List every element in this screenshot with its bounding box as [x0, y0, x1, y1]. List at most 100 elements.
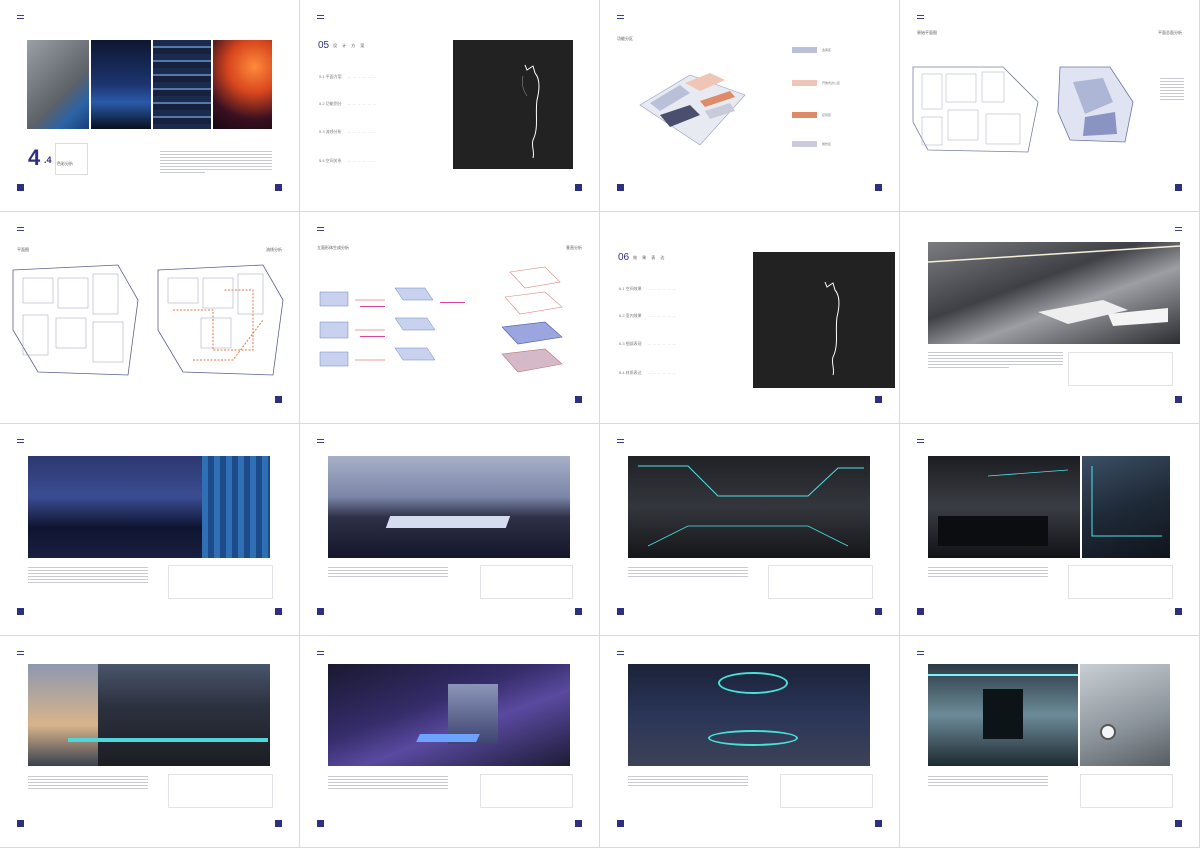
page-marker — [575, 396, 582, 403]
menu-icon — [617, 439, 624, 443]
index-item-en: —————— — [347, 159, 378, 163]
render-description — [628, 567, 748, 579]
axonometric-diagram — [639, 73, 746, 146]
page-marker — [617, 608, 624, 615]
page-marker — [575, 184, 582, 191]
render-description — [28, 776, 148, 791]
index-item-en: —————— — [647, 342, 678, 346]
page-render-dining — [600, 424, 899, 635]
render-image — [28, 456, 270, 558]
page-render-night — [0, 424, 299, 635]
menu-icon — [917, 439, 924, 443]
index-item-en: —————— — [647, 287, 678, 291]
material-photo-3 — [153, 40, 211, 129]
section-label: 色彩分析 — [57, 161, 73, 166]
menu-icon — [17, 651, 24, 655]
index-item-en: —————— — [647, 314, 678, 318]
zone-floor-plan — [1057, 66, 1134, 143]
index-item: 6.2 室内效果 —————— — [619, 313, 678, 318]
menu-icon — [317, 15, 324, 19]
render-image — [927, 242, 1181, 344]
page-render-boardroom — [300, 636, 599, 847]
section-label-box — [55, 143, 88, 175]
page-render-private-room — [900, 424, 1199, 635]
page-title-left: 原始平面图 — [917, 30, 937, 35]
page-marker — [875, 184, 882, 191]
material-photo-2 — [91, 40, 151, 129]
key-plan-thumbnail — [780, 774, 873, 808]
page-original-plan: 原始平面图 平面总面分析 — [900, 0, 1199, 211]
index-item: 5.2 功能划分 —————— — [319, 101, 378, 106]
chapter-title: 效 果 表 达 — [633, 255, 667, 260]
page-marker — [875, 820, 882, 827]
index-item-en: —————— — [647, 371, 678, 375]
menu-icon — [17, 227, 24, 231]
key-plan-thumbnail — [480, 774, 573, 808]
section-sub: .4 — [44, 155, 52, 165]
menu-icon — [17, 15, 24, 19]
render-image — [628, 664, 870, 766]
plan-legend-text — [1160, 78, 1184, 102]
material-photo-4 — [213, 40, 272, 129]
index-item: 5.4 空间关系 —————— — [319, 158, 378, 163]
menu-icon — [917, 15, 924, 19]
index-item-en: —————— — [347, 102, 378, 106]
original-floor-plan — [912, 66, 1039, 153]
page-marker — [17, 820, 24, 827]
page-marker — [275, 184, 282, 191]
page-marker — [1175, 608, 1182, 615]
page-marker — [1175, 184, 1182, 191]
page-marker — [875, 608, 882, 615]
render-image — [28, 664, 270, 766]
menu-icon — [617, 651, 624, 655]
index-item: 6.1 空间效果 —————— — [619, 286, 678, 291]
page-render-meeting — [300, 424, 599, 635]
circulation-plan — [157, 264, 284, 376]
page-title: 功能分区 — [617, 36, 633, 41]
menu-icon — [317, 439, 324, 443]
render-description — [328, 567, 448, 579]
page-function-zones: 功能分区 会客区 开放式办公区 接待区 餐饮区 — [600, 0, 899, 211]
legend-label: 餐饮区 — [822, 142, 832, 146]
legend-swatch — [792, 47, 817, 53]
page-marker — [617, 184, 624, 191]
page-render-corridor — [900, 636, 1199, 847]
legend-label: 会客区 — [822, 48, 832, 52]
exploded-axon — [501, 266, 563, 373]
section-number: 4 — [28, 145, 41, 170]
page-render-lobby — [900, 212, 1199, 423]
index-item: 5.3 流线分析 —————— — [319, 129, 378, 134]
page-color-analysis: 4 .4 色彩分析 — [0, 0, 299, 211]
render-image-detail — [1082, 456, 1170, 558]
render-image — [928, 664, 1078, 766]
menu-icon — [17, 439, 24, 443]
legend-swatch — [792, 80, 817, 86]
page-marker — [275, 608, 282, 615]
page-marker — [317, 820, 324, 827]
render-description — [28, 567, 148, 585]
page-marker — [17, 184, 24, 191]
render-description — [928, 776, 1048, 788]
legend-swatch — [792, 112, 817, 118]
key-plan-thumbnail — [480, 565, 573, 599]
key-plan-thumbnail — [768, 565, 873, 599]
render-image — [328, 456, 570, 558]
page-title-right: 流线分析 — [266, 247, 282, 252]
render-description — [928, 567, 1048, 579]
page-marker — [575, 608, 582, 615]
index-item: 5.1 平面方案 —————— — [319, 74, 378, 79]
page-marker — [317, 608, 324, 615]
render-image-detail — [1080, 664, 1170, 766]
page-marker — [617, 820, 624, 827]
page-marker — [1175, 396, 1182, 403]
page-chapter-06: 06 效 果 表 达 6.1 空间效果 —————— 6.2 室内效果 ——————… — [600, 212, 899, 423]
body-text — [160, 151, 272, 175]
render-image — [628, 456, 870, 558]
page-marker — [1175, 820, 1182, 827]
cat-silhouette-image — [453, 40, 573, 169]
page-marker — [917, 608, 924, 615]
page-marker — [275, 396, 282, 403]
page-chapter-05: 05 设 计 方 案 5.1 平面方案 —————— 5.2 功能划分 ——————… — [300, 0, 599, 211]
key-plan-thumbnail — [168, 565, 273, 599]
menu-icon — [317, 651, 324, 655]
